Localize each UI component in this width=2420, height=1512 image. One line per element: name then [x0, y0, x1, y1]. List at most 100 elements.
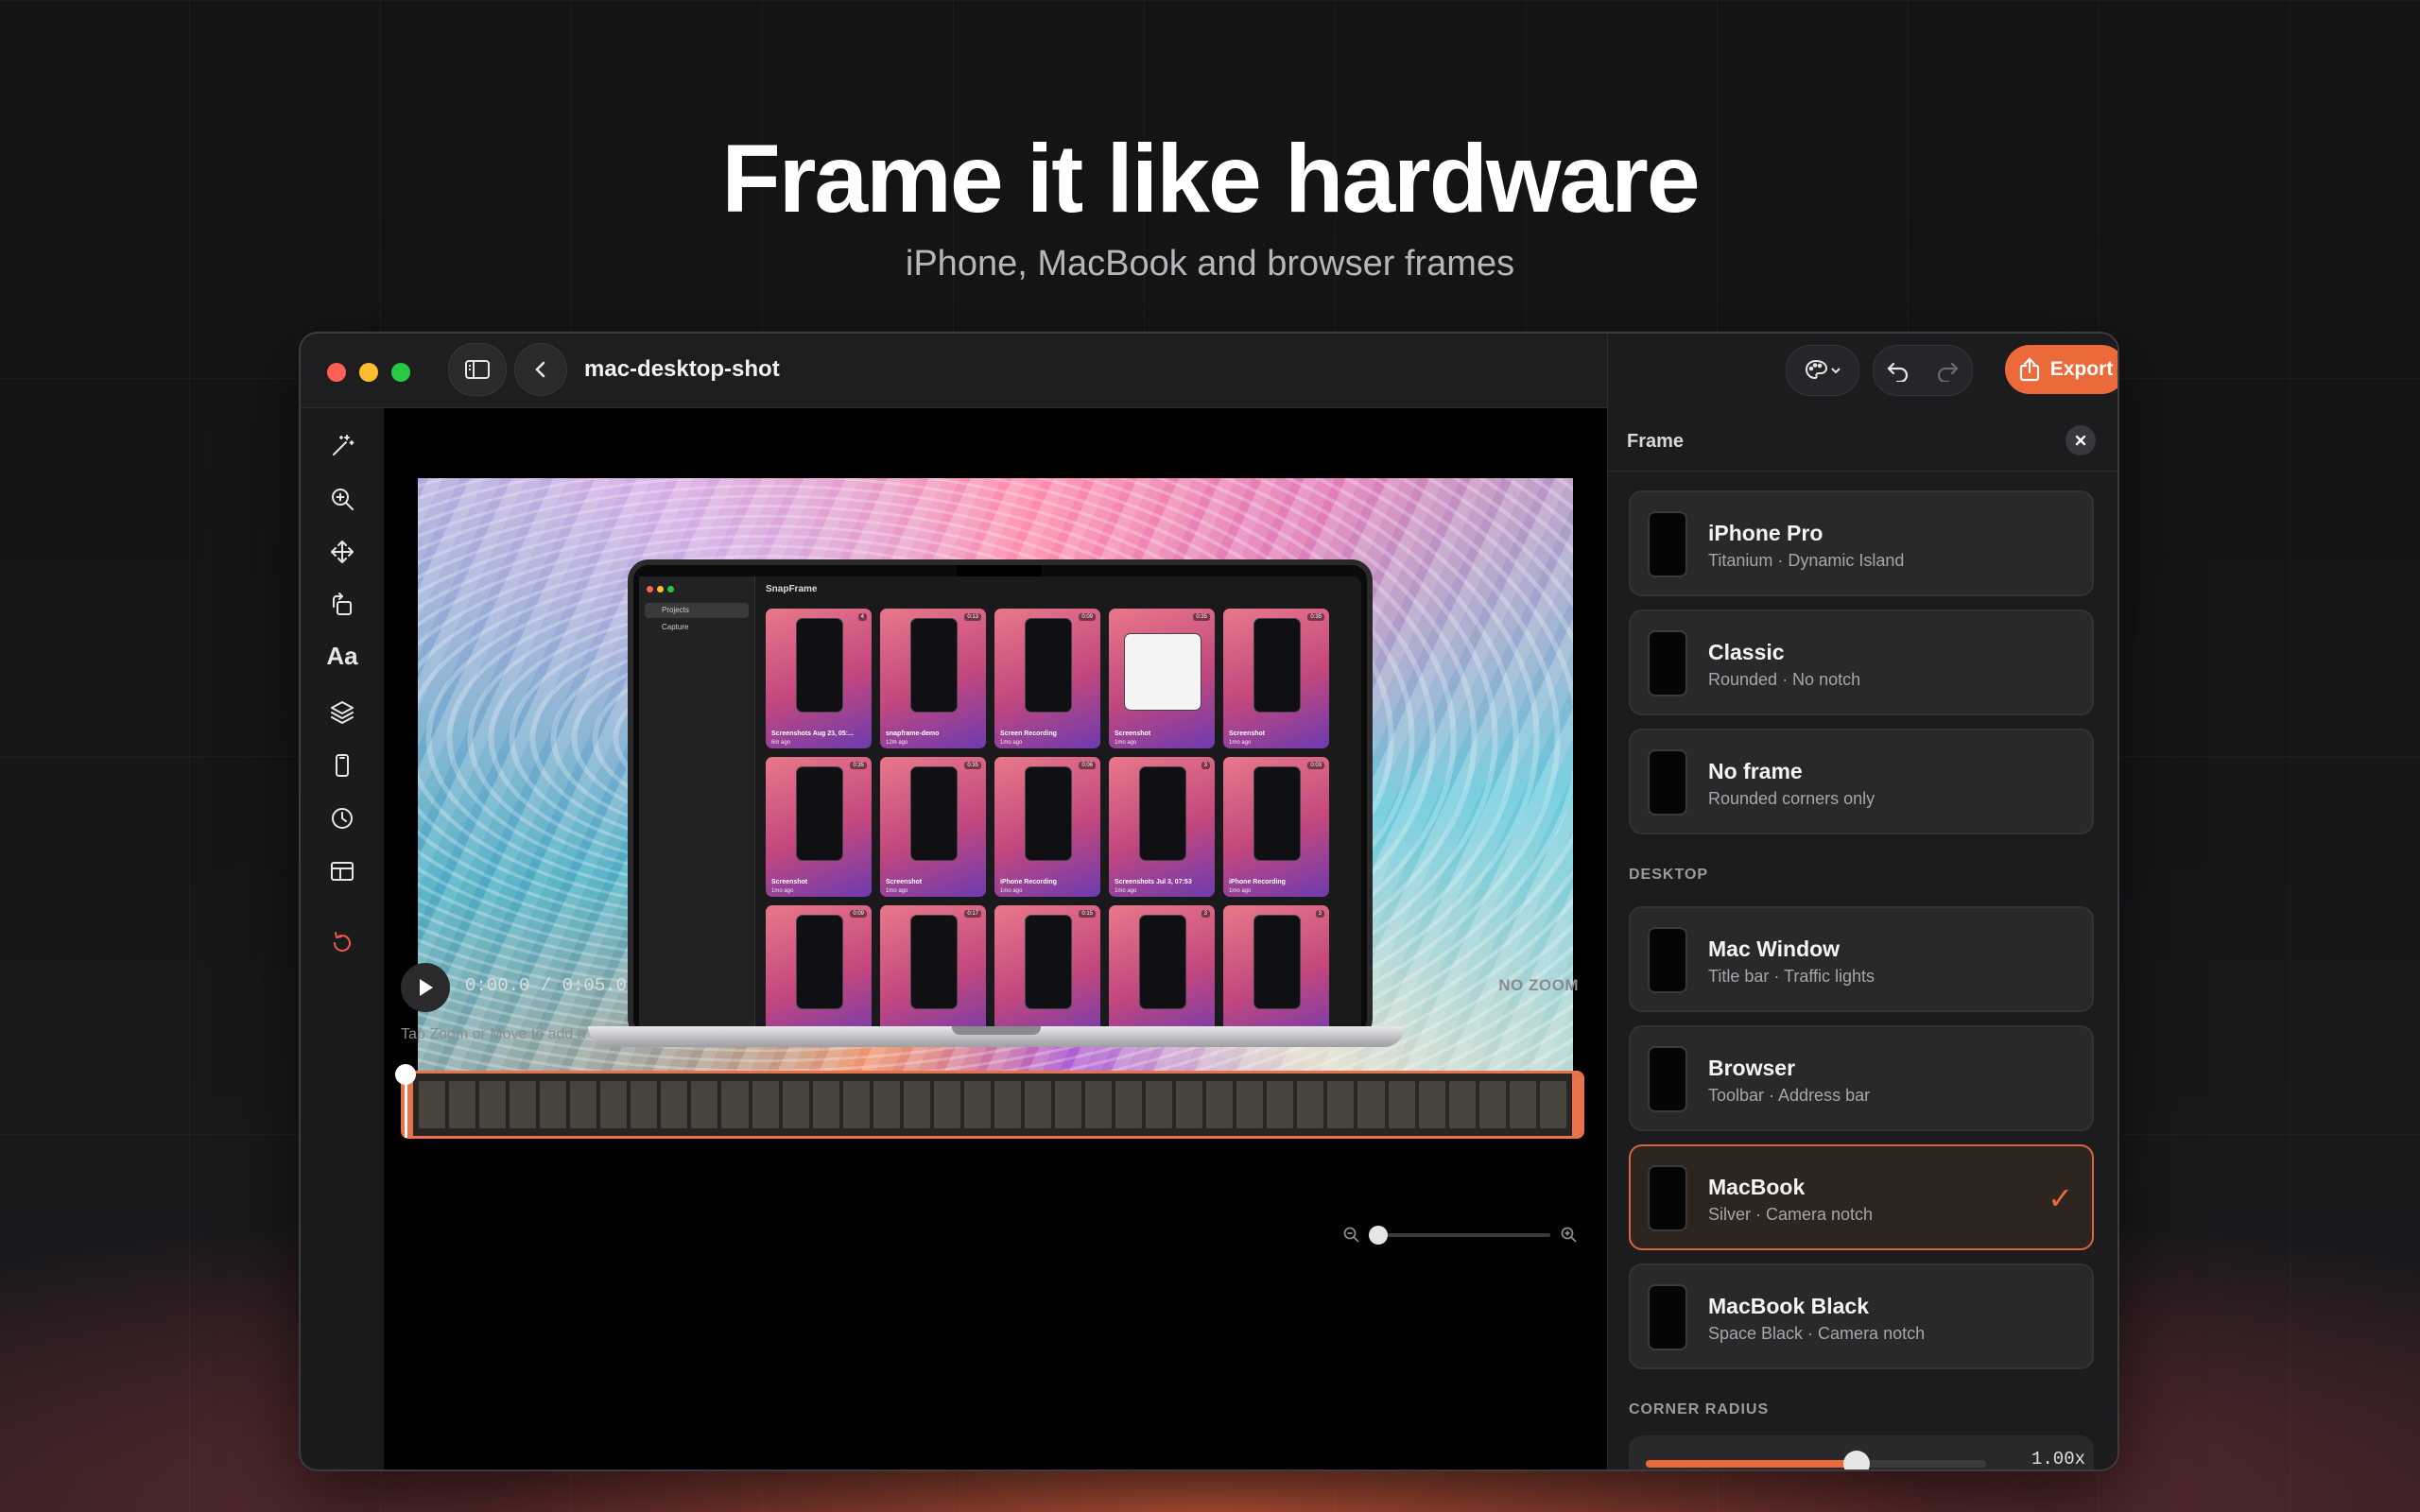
- thumbnail-phone: [910, 915, 958, 1009]
- close-icon: [2075, 435, 2086, 446]
- timeline-zoom-knob[interactable]: [1369, 1226, 1388, 1245]
- thumbnail-dur: 3: [1315, 910, 1324, 918]
- reset-tool[interactable]: [323, 924, 361, 962]
- layers-tool[interactable]: [323, 694, 361, 731]
- frame-option-card[interactable]: iPhone Pro Titanium · Dynamic Island: [1629, 490, 2094, 596]
- frame-option-card[interactable]: Classic Rounded · No notch: [1629, 610, 2094, 715]
- redo-icon[interactable]: [1935, 359, 1960, 382]
- close-panel-button[interactable]: [2066, 425, 2096, 455]
- thumbnail-cap: snapframe-demo: [886, 730, 940, 737]
- frame-option-card[interactable]: MacBook Silver · Camera notch ✓: [1629, 1144, 2094, 1250]
- thumbnail-card: 3: [1109, 905, 1215, 1034]
- thumbnail-card: 0:35 Screenshot 1mo ago: [1223, 609, 1329, 748]
- frame-option-card[interactable]: MacBook Black Space Black · Camera notch: [1629, 1263, 2094, 1369]
- filmstrip-frame: [752, 1081, 779, 1128]
- filmstrip-frame: [600, 1081, 628, 1128]
- thumbnail-cap: iPhone Recording: [1229, 879, 1286, 885]
- thumbnail-ago: 6m ago: [771, 740, 791, 746]
- inspector-panel: Export Frame iPhone Pro Titanium · Dynami…: [1607, 334, 2118, 1469]
- palette-icon: [1805, 359, 1828, 380]
- thumbnail-dur: 0:03: [1307, 762, 1324, 769]
- thumbnail-card: 3 Screenshots Jul 3, 07:53 1mo ago: [1109, 757, 1215, 897]
- thumbnail-card: 0:35 Screenshot 1mo ago: [766, 757, 872, 897]
- macbook-screen: Projects Capture SnapFrame 4 Screenshots …: [628, 559, 1373, 1040]
- thumbnail-dur: 0:35: [1307, 613, 1324, 621]
- thumbnail-ago: 12m ago: [886, 740, 908, 746]
- frame-option-subtitle: Rounded corners only: [1708, 789, 1876, 808]
- frame-option-subtitle: Rounded · No notch: [1708, 670, 1861, 689]
- title-bar: mac-desktop-shot: [301, 334, 1607, 408]
- magic-wand-tool[interactable]: [323, 427, 361, 465]
- panel-header: Frame: [1608, 408, 2118, 472]
- preview-stage[interactable]: Projects Capture SnapFrame 4 Screenshots …: [418, 478, 1573, 1128]
- filmstrip-frame: [419, 1081, 446, 1128]
- timeline-zoom-slider[interactable]: [1369, 1226, 1550, 1245]
- thumbnail-ago: 1mo ago: [1115, 888, 1137, 894]
- rotate-tool[interactable]: [323, 586, 361, 624]
- thumbnail-card: 0:35 Screenshot 1mo ago: [880, 757, 986, 897]
- checkmark-icon: ✓: [2048, 1181, 2073, 1215]
- theme-menu-button[interactable]: [1786, 345, 1859, 396]
- corner-radius-slider[interactable]: [1646, 1451, 1986, 1469]
- text-icon: Aa: [326, 641, 358, 670]
- playhead-handle[interactable]: [395, 1064, 416, 1085]
- clock-icon: [332, 808, 353, 829]
- thumbnail-dur: 0:15: [1079, 910, 1096, 918]
- thumbnail-cap: Screenshot: [1115, 730, 1151, 737]
- frame-option-title: MacBook Black: [1708, 1294, 1870, 1318]
- timing-tool[interactable]: [323, 799, 361, 837]
- frame-option-title: No frame: [1708, 759, 1803, 783]
- layout-tool[interactable]: [323, 852, 361, 890]
- filmstrip-frame: [1206, 1081, 1234, 1128]
- play-button[interactable]: [401, 963, 450, 1012]
- thumbnail-ago: 1mo ago: [1115, 740, 1137, 746]
- device-frame-tool[interactable]: [323, 747, 361, 784]
- filmstrip-frame: [1388, 1081, 1415, 1128]
- frame-option-card[interactable]: No frame Rounded corners only: [1629, 729, 2094, 834]
- frame-preview-icon: [1648, 1284, 1687, 1350]
- hero-subtitle: iPhone, MacBook and browser frames: [905, 244, 1515, 284]
- thumbnail-phone: [1139, 915, 1186, 1009]
- zoom-tool[interactable]: [323, 480, 361, 518]
- filmstrip-frame: [903, 1081, 930, 1128]
- minimize-window-button[interactable]: [359, 363, 378, 382]
- filmstrip-frame: [994, 1081, 1021, 1128]
- zoom-out-icon[interactable]: [1342, 1226, 1361, 1245]
- thumbnail-card: 0:06 iPhone Recording 1mo ago: [994, 757, 1100, 897]
- reset-icon: [333, 932, 351, 952]
- filmstrip-frame: [1267, 1081, 1294, 1128]
- inner-app-title: SnapFrame: [766, 584, 818, 594]
- frame-option-card[interactable]: Browser Toolbar · Address bar: [1629, 1025, 2094, 1131]
- back-button[interactable]: [514, 343, 567, 396]
- trim-handle-end[interactable]: [1572, 1074, 1582, 1136]
- playhead-line: [405, 1077, 407, 1138]
- move-tool[interactable]: [323, 533, 361, 571]
- thumbnail-dur: 3: [1201, 910, 1210, 918]
- thumbnail-phone: [1025, 915, 1072, 1009]
- undo-icon[interactable]: [1886, 359, 1910, 382]
- timeline-track[interactable]: [401, 1071, 1584, 1139]
- frame-preview-icon: [1648, 1165, 1687, 1231]
- text-tool[interactable]: Aa: [323, 637, 361, 675]
- thumbnail-cap: Screen Recording: [1000, 730, 1057, 737]
- zoom-in-icon[interactable]: [1560, 1226, 1579, 1245]
- sidebar-toggle-button[interactable]: [448, 343, 507, 396]
- inner-nav-projects: Projects: [645, 603, 749, 618]
- thumbnail-dur: 0:17: [964, 910, 981, 918]
- export-button[interactable]: Export: [2005, 345, 2118, 394]
- zoom-window-button[interactable]: [391, 363, 410, 382]
- thumbnail-card: 0:13 snapframe-demo 12m ago: [880, 609, 986, 748]
- filmstrip-frame: [449, 1081, 476, 1128]
- thumbnail-phone: [1253, 618, 1301, 713]
- filmstrip-frame: [1115, 1081, 1143, 1128]
- timecode: 0:00.0 / 0:05.0: [465, 975, 628, 996]
- close-window-button[interactable]: [327, 363, 346, 382]
- filmstrip-frame: [1024, 1081, 1051, 1128]
- chevron-left-icon: [535, 361, 545, 378]
- thumbnail-phone: [910, 618, 958, 713]
- frame-option-card[interactable]: Mac Window Title bar · Traffic lights: [1629, 906, 2094, 1012]
- move-icon: [331, 541, 354, 563]
- filmstrip-frame: [1297, 1081, 1324, 1128]
- filmstrip-frame: [1539, 1081, 1566, 1128]
- thumbnail-phone: [796, 766, 843, 861]
